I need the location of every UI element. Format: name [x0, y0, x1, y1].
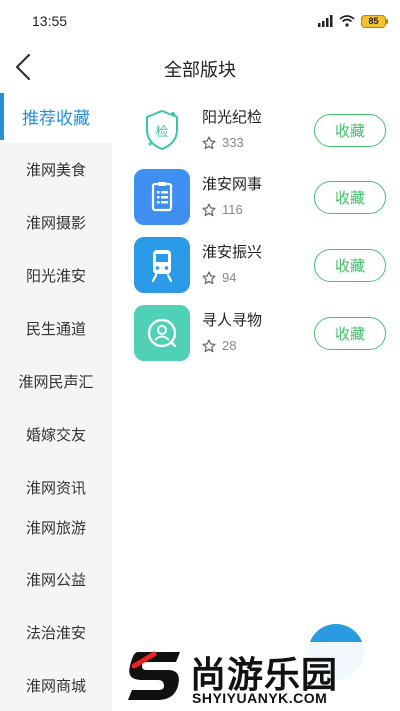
star-icon	[202, 338, 216, 352]
sidebar-item-label: 民生通道	[25, 321, 86, 338]
status-icons: 85	[317, 12, 388, 30]
favorite-count: 94	[222, 270, 237, 285]
star-icon	[202, 135, 216, 149]
board-name: 淮安振兴	[202, 244, 263, 261]
sidebar-item-sunshine-huaian[interactable]: 阳光淮安	[0, 249, 112, 302]
sidebar-item-label: 淮网资讯	[25, 479, 86, 497]
train-icon	[134, 237, 190, 293]
sidebar-item-label: 淮网旅游	[25, 519, 86, 537]
favorite-count: 28	[222, 338, 237, 353]
board-row[interactable]: 检 阳光纪检 333 收藏	[112, 96, 400, 164]
category-sidebar: 推荐收藏 淮网美食 淮网摄影 阳光淮安 民生通道 淮网民声汇 婚嫁交友 淮网资讯…	[0, 90, 112, 711]
nav-bar: 全部版块	[0, 44, 400, 90]
sidebar-item-label: 法治淮安	[25, 625, 86, 642]
board-meta: 333	[202, 135, 244, 150]
shield-check-icon: 检	[134, 102, 190, 158]
sidebar-item-food[interactable]: 淮网美食	[0, 143, 112, 196]
sidebar-item-news[interactable]: 淮网资讯	[0, 467, 112, 507]
sidebar-item-label: 淮网公益	[25, 572, 86, 589]
favorite-button[interactable]: 收藏	[314, 114, 386, 147]
sidebar-item-label: 阳光淮安	[25, 268, 86, 285]
board-name: 阳光纪检	[202, 109, 263, 126]
status-bar: 13:55 85	[0, 0, 400, 44]
page-title: 全部版块	[164, 60, 236, 80]
sidebar-item-label: 婚嫁交友	[25, 427, 86, 444]
sidebar-item-mall[interactable]: 淮网商城	[0, 659, 112, 711]
board-meta: 94	[202, 270, 236, 285]
favorite-count: 333	[222, 135, 244, 150]
favorite-button[interactable]: 收藏	[314, 317, 386, 350]
star-icon	[202, 202, 216, 216]
clipboard-list-icon	[134, 169, 190, 225]
watermark-subtitle: SHYIYUANYK.COM	[192, 690, 328, 706]
board-meta: 116	[202, 202, 243, 217]
board-list: 检 阳光纪检 333 收藏 淮安网事 116 收藏 淮安振兴 94 收藏 寻人寻…	[112, 90, 400, 711]
sidebar-item-label: 淮网摄影	[25, 215, 86, 232]
board-row[interactable]: 淮安网事 116 收藏	[112, 163, 400, 231]
watermark: 尚游乐园 SHYIYUANYK.COM	[118, 642, 400, 711]
battery-level: 85	[368, 16, 379, 26]
sidebar-item-recommended[interactable]: 推荐收藏	[0, 90, 112, 143]
sidebar-item-public-voice[interactable]: 淮网民声汇	[0, 355, 112, 408]
star-icon	[202, 270, 216, 284]
board-row[interactable]: 淮安振兴 94 收藏	[112, 231, 400, 299]
board-name: 淮安网事	[202, 176, 263, 193]
sidebar-item-label: 淮网美食	[25, 162, 86, 179]
favorite-button[interactable]: 收藏	[314, 249, 386, 282]
sidebar-item-label: 推荐收藏	[22, 109, 90, 128]
person-search-icon	[134, 305, 190, 361]
board-icon-text: 检	[155, 125, 168, 140]
watermark-logo	[128, 651, 180, 700]
status-time: 13:55	[32, 13, 68, 29]
sidebar-item-label: 淮网商城	[25, 678, 86, 695]
favorite-button[interactable]: 收藏	[314, 181, 386, 214]
board-row[interactable]: 寻人寻物 28 收藏	[112, 299, 400, 367]
sidebar-item-law[interactable]: 法治淮安	[0, 606, 112, 659]
sidebar-item-livelihood[interactable]: 民生通道	[0, 302, 112, 355]
battery-icon: 85	[361, 14, 388, 28]
sidebar-item-label: 淮网民声汇	[18, 374, 94, 391]
sidebar-item-charity[interactable]: 淮网公益	[0, 553, 112, 606]
wifi-icon	[339, 15, 355, 27]
board-name: 寻人寻物	[202, 312, 263, 329]
favorite-count: 116	[222, 202, 243, 217]
sidebar-item-dating[interactable]: 婚嫁交友	[0, 408, 112, 461]
sidebar-item-travel[interactable]: 淮网旅游	[0, 507, 112, 547]
board-meta: 28	[202, 338, 236, 353]
sidebar-item-photography[interactable]: 淮网摄影	[0, 196, 112, 249]
signal-icon	[318, 15, 333, 27]
